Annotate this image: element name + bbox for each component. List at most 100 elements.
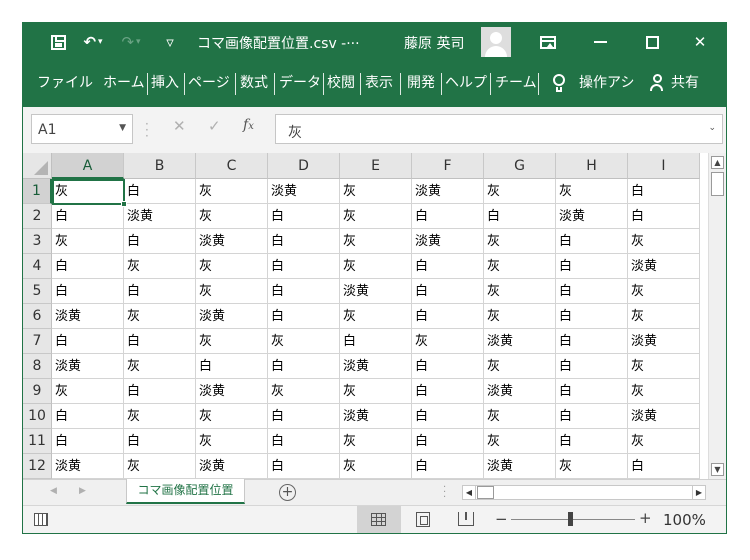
cell-h9[interactable]: 白 xyxy=(556,379,628,404)
cell-c8[interactable]: 白 xyxy=(196,354,268,379)
row-header-12[interactable]: 12 xyxy=(23,454,52,479)
cell-i4[interactable]: 淡黄 xyxy=(628,254,700,279)
cell-c11[interactable]: 灰 xyxy=(196,429,268,454)
cell-b10[interactable]: 灰 xyxy=(124,404,196,429)
cell-f11[interactable]: 白 xyxy=(412,429,484,454)
cell-f7[interactable]: 灰 xyxy=(412,329,484,354)
cell-b2[interactable]: 淡黄 xyxy=(124,204,196,229)
scroll-left-icon[interactable]: ◀ xyxy=(463,486,476,499)
cell-d1[interactable]: 淡黄 xyxy=(268,179,340,204)
cell-a10[interactable]: 白 xyxy=(52,404,124,429)
cell-h11[interactable]: 白 xyxy=(556,429,628,454)
minimize-icon[interactable] xyxy=(590,32,610,52)
cell-a5[interactable]: 白 xyxy=(52,279,124,304)
tab-help[interactable]: ヘルプ xyxy=(445,73,487,95)
cell-e3[interactable]: 灰 xyxy=(340,229,412,254)
hscroll-thumb[interactable] xyxy=(477,486,494,499)
cell-f1[interactable]: 淡黄 xyxy=(412,179,484,204)
cell-i10[interactable]: 淡黄 xyxy=(628,404,700,429)
add-sheet-icon[interactable]: + xyxy=(279,484,296,501)
cell-b7[interactable]: 白 xyxy=(124,329,196,354)
zoom-slider-track[interactable] xyxy=(511,519,635,520)
cell-g2[interactable]: 白 xyxy=(484,204,556,229)
row-header-5[interactable]: 5 xyxy=(23,279,52,304)
row-header-1[interactable]: 1 xyxy=(23,179,52,204)
lightbulb-icon[interactable] xyxy=(552,74,566,94)
cell-b8[interactable]: 灰 xyxy=(124,354,196,379)
cell-a8[interactable]: 淡黄 xyxy=(52,354,124,379)
row-header-9[interactable]: 9 xyxy=(23,379,52,404)
tab-insert[interactable]: 挿入 xyxy=(151,73,179,95)
cell-f10[interactable]: 白 xyxy=(412,404,484,429)
cell-e9[interactable]: 灰 xyxy=(340,379,412,404)
cell-e4[interactable]: 灰 xyxy=(340,254,412,279)
cell-h8[interactable]: 白 xyxy=(556,354,628,379)
tab-developer[interactable]: 開発 xyxy=(407,73,435,95)
chevron-down-icon[interactable]: ▼ xyxy=(119,123,126,133)
name-box[interactable]: A1 ▼ xyxy=(31,114,133,144)
cell-e12[interactable]: 灰 xyxy=(340,454,412,479)
column-header-a[interactable]: A xyxy=(52,153,124,179)
cell-d8[interactable]: 白 xyxy=(268,354,340,379)
cell-g3[interactable]: 灰 xyxy=(484,229,556,254)
cell-f5[interactable]: 白 xyxy=(412,279,484,304)
close-icon[interactable]: ✕ xyxy=(689,32,711,52)
cell-d12[interactable]: 白 xyxy=(268,454,340,479)
cell-h3[interactable]: 白 xyxy=(556,229,628,254)
spreadsheet-grid[interactable]: A B C D E F G H I 1 灰白灰淡黄灰淡黄灰灰白 2 白淡黄灰白灰白白淡黄白 3 灰白淡黄白灰… xyxy=(23,153,708,479)
enter-icon[interactable]: ✓ xyxy=(208,117,221,135)
page-layout-view-icon[interactable] xyxy=(416,512,430,527)
cell-a1[interactable]: 灰 xyxy=(52,179,124,204)
cell-i6[interactable]: 灰 xyxy=(628,304,700,329)
tab-page-layout[interactable]: ページ xyxy=(188,73,230,95)
row-header-8[interactable]: 8 xyxy=(23,354,52,379)
cell-d10[interactable]: 白 xyxy=(268,404,340,429)
cell-b6[interactable]: 灰 xyxy=(124,304,196,329)
normal-view-button[interactable] xyxy=(357,506,401,533)
row-header-3[interactable]: 3 xyxy=(23,229,52,254)
column-header-b[interactable]: B xyxy=(124,153,196,179)
cell-f9[interactable]: 白 xyxy=(412,379,484,404)
cell-h12[interactable]: 灰 xyxy=(556,454,628,479)
column-header-f[interactable]: F xyxy=(412,153,484,179)
cell-b4[interactable]: 灰 xyxy=(124,254,196,279)
tab-file[interactable]: ファイル xyxy=(37,73,93,95)
zoom-level[interactable]: 100% xyxy=(663,511,706,529)
cell-e6[interactable]: 灰 xyxy=(340,304,412,329)
cell-e1[interactable]: 灰 xyxy=(340,179,412,204)
cell-i7[interactable]: 淡黄 xyxy=(628,329,700,354)
cell-i2[interactable]: 白 xyxy=(628,204,700,229)
cell-a11[interactable]: 白 xyxy=(52,429,124,454)
customize-qat-icon[interactable]: ▿ xyxy=(163,32,177,52)
user-name[interactable]: 藤原 英司 xyxy=(404,33,464,53)
column-header-c[interactable]: C xyxy=(196,153,268,179)
cell-i1[interactable]: 白 xyxy=(628,179,700,204)
cell-i9[interactable]: 灰 xyxy=(628,379,700,404)
page-break-view-icon[interactable] xyxy=(458,512,474,526)
cell-i5[interactable]: 灰 xyxy=(628,279,700,304)
cell-i3[interactable]: 灰 xyxy=(628,229,700,254)
cell-d5[interactable]: 白 xyxy=(268,279,340,304)
cell-c7[interactable]: 灰 xyxy=(196,329,268,354)
cell-g9[interactable]: 淡黄 xyxy=(484,379,556,404)
cell-g1[interactable]: 灰 xyxy=(484,179,556,204)
row-header-2[interactable]: 2 xyxy=(23,204,52,229)
cell-a7[interactable]: 白 xyxy=(52,329,124,354)
row-header-11[interactable]: 11 xyxy=(23,429,52,454)
cell-g6[interactable]: 灰 xyxy=(484,304,556,329)
select-all-corner[interactable] xyxy=(23,153,52,179)
share-button[interactable]: 共有 xyxy=(671,73,699,95)
ribbon-display-options-icon[interactable] xyxy=(538,32,558,52)
cell-e5[interactable]: 淡黄 xyxy=(340,279,412,304)
cell-e10[interactable]: 淡黄 xyxy=(340,404,412,429)
cell-d11[interactable]: 白 xyxy=(268,429,340,454)
save-icon[interactable] xyxy=(49,32,67,52)
undo-icon[interactable]: ↶ ▾ xyxy=(82,32,104,52)
cell-b1[interactable]: 白 xyxy=(124,179,196,204)
cell-g11[interactable]: 灰 xyxy=(484,429,556,454)
cell-d6[interactable]: 白 xyxy=(268,304,340,329)
cell-d9[interactable]: 灰 xyxy=(268,379,340,404)
cell-c10[interactable]: 灰 xyxy=(196,404,268,429)
cell-f6[interactable]: 白 xyxy=(412,304,484,329)
scroll-thumb[interactable] xyxy=(711,172,724,196)
